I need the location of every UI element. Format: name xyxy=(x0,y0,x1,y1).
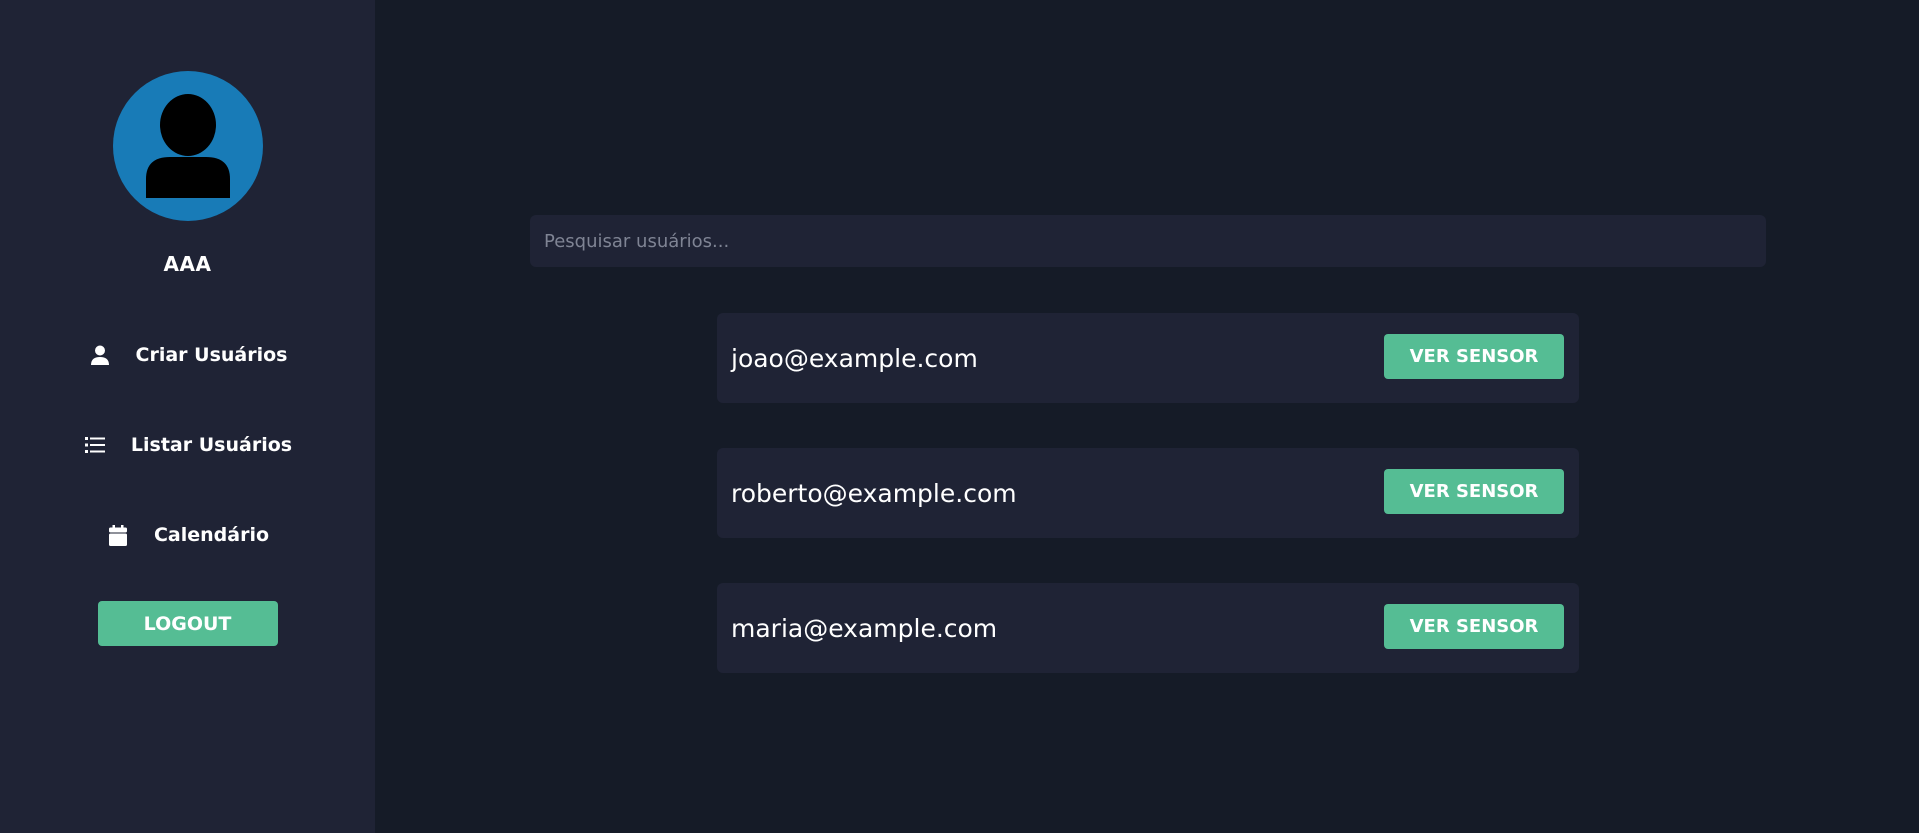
user-email: maria@example.com xyxy=(731,613,998,643)
nav-item-label: Calendário xyxy=(153,524,270,546)
user-avatar-icon xyxy=(145,94,230,198)
sidebar-nav: Criar Usuários Listar Usuários Calendári… xyxy=(83,335,292,555)
nav-item-label: Criar Usuários xyxy=(135,344,288,366)
list-item: roberto@example.com VER SENSOR xyxy=(717,448,1579,538)
ver-sensor-button[interactable]: VER SENSOR xyxy=(1384,333,1564,379)
list-icon xyxy=(83,433,107,457)
list-item: joao@example.com VER SENSOR xyxy=(717,313,1579,403)
calendar-icon xyxy=(106,523,130,547)
user-email: joao@example.com xyxy=(731,343,978,373)
nav-item-criar-usuarios[interactable]: Criar Usuários xyxy=(88,335,288,375)
ver-sensor-button[interactable]: VER SENSOR xyxy=(1384,603,1564,649)
nav-item-calendario[interactable]: Calendário xyxy=(106,515,269,555)
ver-sensor-button[interactable]: VER SENSOR xyxy=(1384,468,1564,514)
profile-name: AAA xyxy=(163,252,212,276)
user-email: roberto@example.com xyxy=(731,478,1017,508)
list-item: maria@example.com VER SENSOR xyxy=(717,583,1579,673)
user-icon xyxy=(88,343,112,367)
sidebar: AAA Criar Usuários Listar Usuários Calen… xyxy=(0,0,375,833)
user-list: joao@example.com VER SENSOR roberto@exam… xyxy=(717,313,1579,718)
nav-item-listar-usuarios[interactable]: Listar Usuários xyxy=(83,425,292,465)
avatar xyxy=(112,71,263,221)
nav-item-label: Listar Usuários xyxy=(130,434,293,456)
search-input[interactable] xyxy=(530,215,1766,267)
logout-button[interactable]: LOGOUT xyxy=(97,601,278,646)
main-content: joao@example.com VER SENSOR roberto@exam… xyxy=(375,0,1919,833)
